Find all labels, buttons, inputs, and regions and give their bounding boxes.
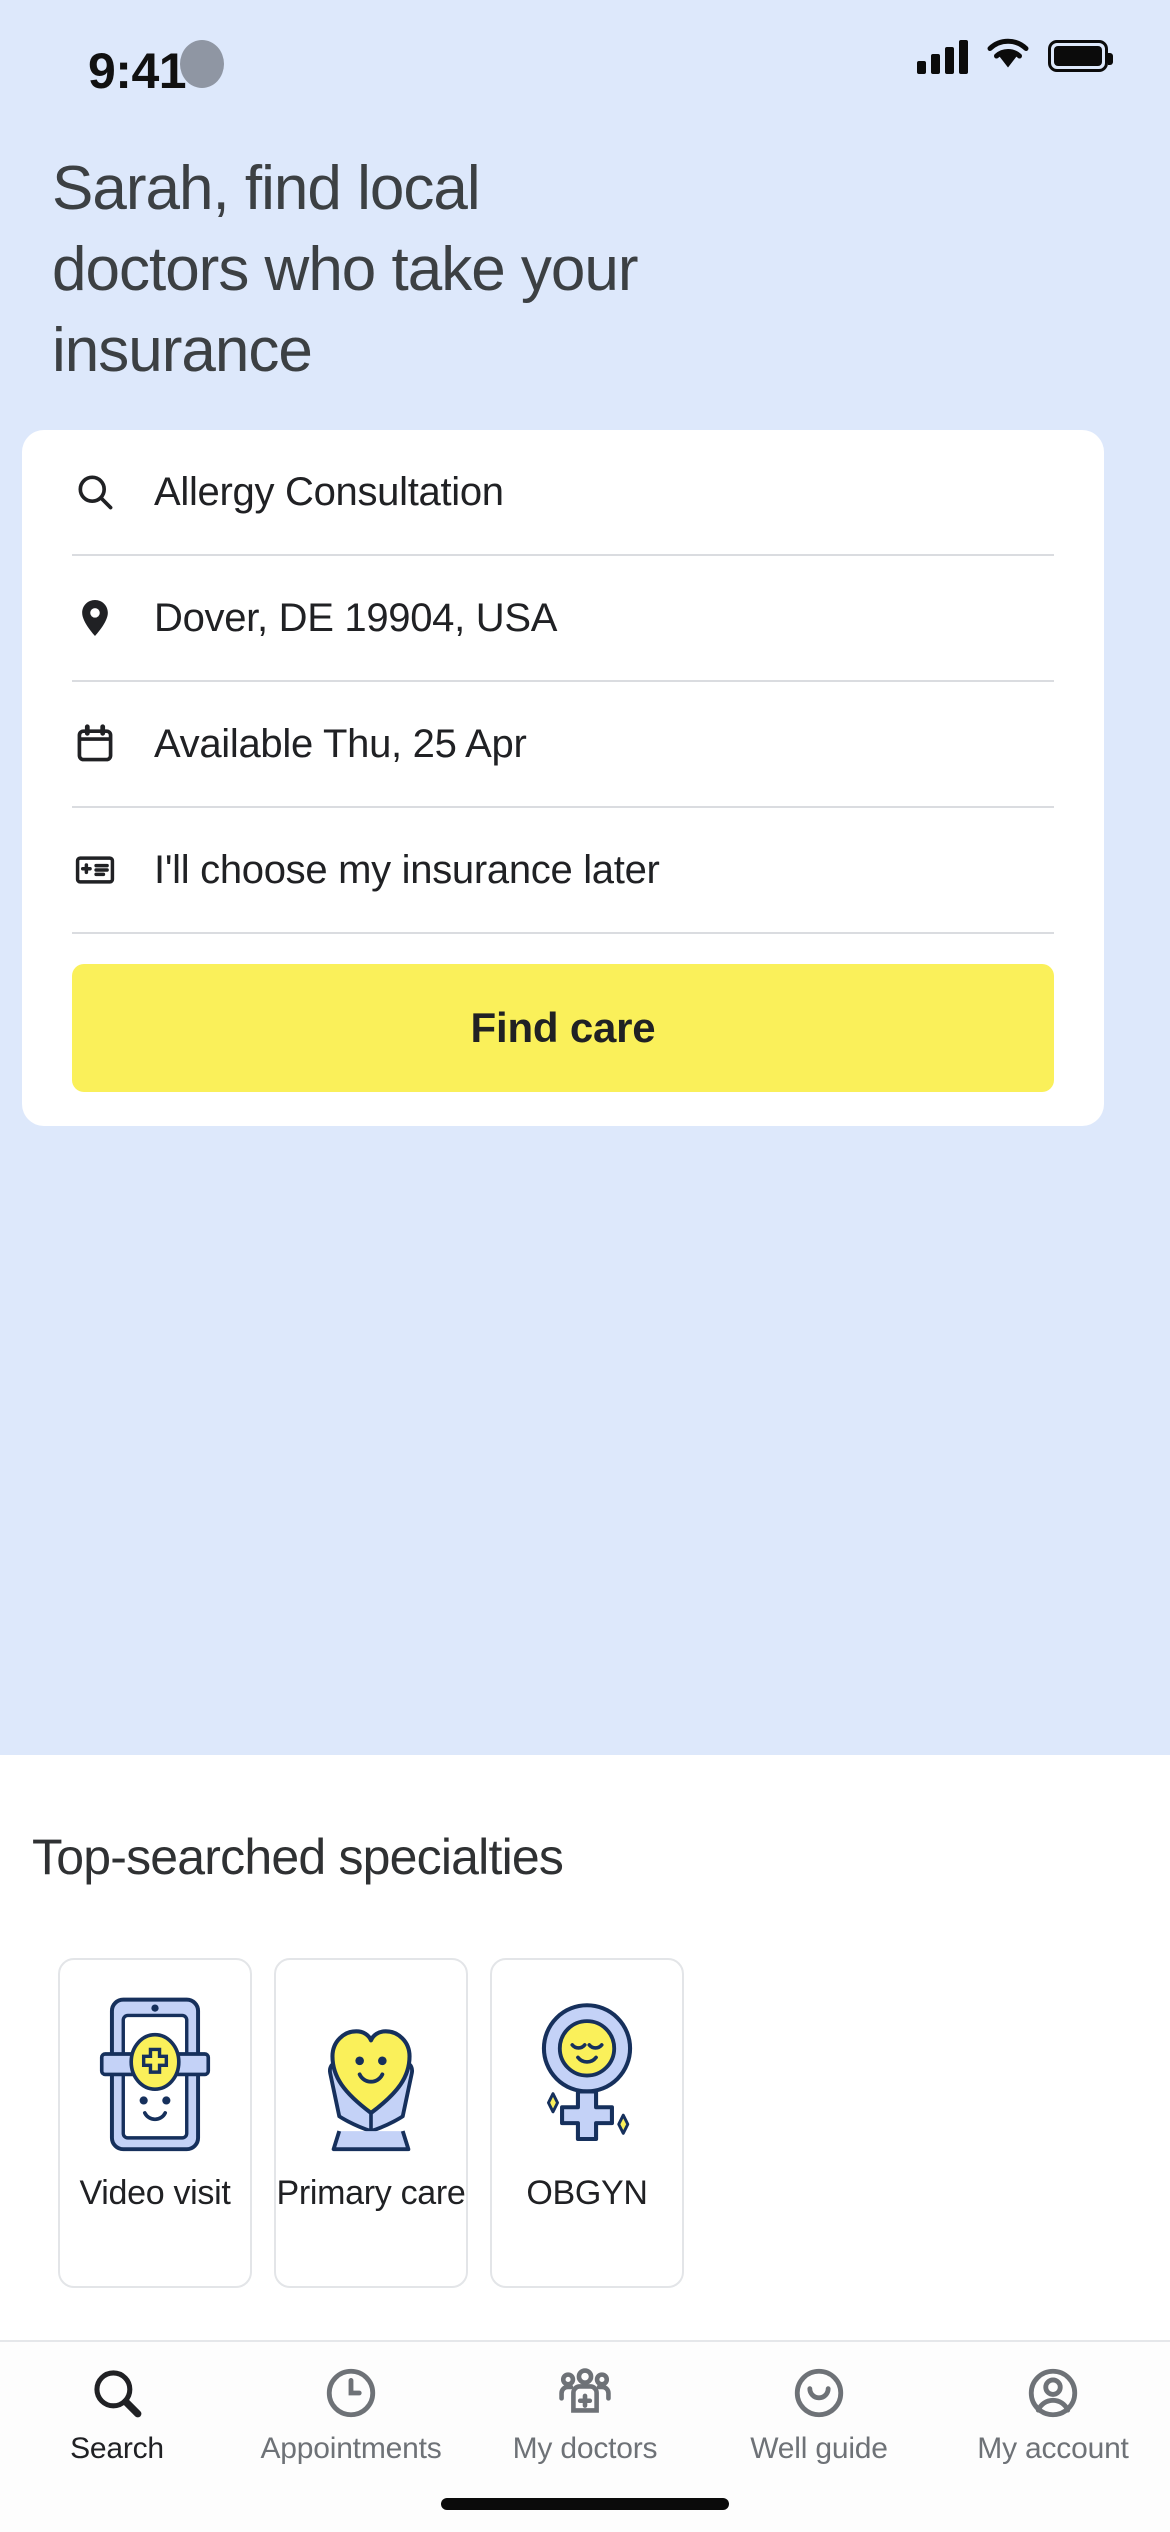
tab-label: My account xyxy=(977,2432,1129,2465)
account-circle-icon xyxy=(1024,2364,1082,2422)
home-indicator xyxy=(441,2498,729,2510)
search-date-field[interactable]: Available Thu, 25 Apr xyxy=(22,682,1104,806)
search-icon xyxy=(88,2364,146,2422)
status-time: 9:41 xyxy=(88,43,187,99)
female-symbol-smiley-icon xyxy=(519,1986,655,2156)
specialty-card-primary-care[interactable]: Primary care xyxy=(274,1958,468,2288)
wifi-icon xyxy=(986,36,1030,75)
tab-well-guide[interactable]: Well guide xyxy=(702,2364,936,2466)
search-insurance-value: I'll choose my insurance later xyxy=(154,847,660,892)
tab-label: Search xyxy=(70,2432,164,2465)
tab-label: Appointments xyxy=(260,2432,442,2465)
status-indicators xyxy=(917,36,1113,75)
tab-my-doctors[interactable]: My doctors xyxy=(468,2364,702,2466)
page-title: Sarah, find local doctors who take your … xyxy=(52,154,639,385)
specialty-card-obgyn[interactable]: OBGYN xyxy=(490,1958,684,2288)
search-card: Allergy Consultation Dover, DE 19904, US… xyxy=(22,430,1104,1126)
tab-search[interactable]: Search xyxy=(0,2364,234,2466)
specialties-list: Video visit Primary care OBGYN xyxy=(58,1958,684,2288)
location-pin-icon xyxy=(72,595,118,641)
insurance-card-icon xyxy=(72,847,118,893)
divider xyxy=(72,932,1054,934)
tab-label: Well guide xyxy=(750,2432,888,2465)
clock-icon xyxy=(322,2364,380,2422)
search-specialty-value: Allergy Consultation xyxy=(154,469,504,514)
specialty-card-label: Video visit xyxy=(79,2174,231,2212)
specialty-card-label: Primary care xyxy=(276,2174,466,2212)
search-location-field[interactable]: Dover, DE 19904, USA xyxy=(22,556,1104,680)
tab-my-account[interactable]: My account xyxy=(936,2364,1170,2466)
search-location-value: Dover, DE 19904, USA xyxy=(154,595,558,640)
hands-holding-heart-icon xyxy=(303,1986,439,2156)
find-care-button[interactable]: Find care xyxy=(72,964,1054,1092)
cellular-signal-icon xyxy=(917,38,968,74)
search-specialty-field[interactable]: Allergy Consultation xyxy=(22,430,1104,554)
battery-icon xyxy=(1048,39,1113,72)
tab-label: My doctors xyxy=(512,2432,658,2465)
status-bar: 9:41 xyxy=(0,0,1170,120)
tablet-with-medical-cross-smiley-icon xyxy=(87,1986,223,2156)
specialty-card-video-visit[interactable]: Video visit xyxy=(58,1958,252,2288)
camera-indicator-icon xyxy=(180,40,224,88)
specialty-card-label: OBGYN xyxy=(526,2174,648,2212)
search-insurance-field[interactable]: I'll choose my insurance later xyxy=(22,808,1104,932)
people-plus-icon xyxy=(556,2364,614,2422)
smiley-circle-icon xyxy=(790,2364,848,2422)
calendar-icon xyxy=(72,721,118,767)
search-date-value: Available Thu, 25 Apr xyxy=(154,721,527,766)
app-screen: 9:41 Sarah, find local doctors who take … xyxy=(0,0,1170,2532)
tab-appointments[interactable]: Appointments xyxy=(234,2364,468,2466)
search-icon xyxy=(72,469,118,515)
specialties-heading: Top-searched specialties xyxy=(32,1829,564,1885)
